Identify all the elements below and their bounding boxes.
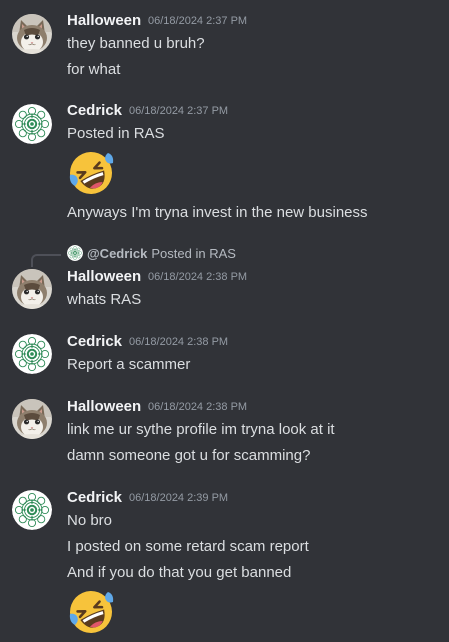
message-text: damn someone got u for scamming? — [67, 447, 311, 464]
cat-avatar[interactable] — [12, 399, 52, 439]
author-name[interactable]: Cedrick — [67, 333, 122, 350]
reply-preview[interactable]: @Cedrick Posted in RAS — [67, 245, 236, 261]
author-name[interactable]: Cedrick — [67, 489, 122, 506]
timestamp: 06/18/2024 2:39 PM — [129, 492, 229, 504]
author-name[interactable]: Halloween — [67, 398, 141, 415]
timestamp: 06/18/2024 2:38 PM — [148, 401, 248, 413]
mandala-avatar[interactable] — [12, 334, 52, 374]
message-text: link me ur sythe profile im tryna look a… — [67, 421, 335, 438]
timestamp: 06/18/2024 2:38 PM — [148, 271, 248, 283]
reply-text: Posted in RAS — [151, 245, 236, 261]
reply-author[interactable]: @Cedrick — [87, 246, 147, 261]
timestamp: 06/18/2024 2:37 PM — [129, 105, 229, 117]
cat-avatar[interactable] — [12, 14, 52, 54]
message-text: Posted in RAS — [67, 125, 165, 142]
reply-connector — [31, 254, 61, 267]
message-text: No bro — [67, 512, 113, 529]
mandala-avatar[interactable] — [12, 104, 52, 144]
timestamp: 06/18/2024 2:38 PM — [129, 336, 229, 348]
author-name[interactable]: Halloween — [67, 12, 141, 29]
message-text: And if you do that you get banned — [67, 564, 292, 581]
mandala-avatar[interactable] — [12, 490, 52, 530]
message-text: Report a scammer — [67, 356, 191, 373]
message-text: I posted on some retard scam report — [67, 538, 309, 555]
mandala-avatar-small — [67, 245, 83, 261]
message-text: they banned u bruh? — [67, 35, 205, 52]
timestamp: 06/18/2024 2:37 PM — [148, 15, 248, 27]
message-text: Anyways I'm tryna invest in the new busi… — [67, 204, 368, 221]
author-name[interactable]: Cedrick — [67, 102, 122, 119]
author-name[interactable]: Halloween — [67, 268, 141, 285]
message-text: whats RAS — [67, 291, 142, 308]
rolling-on-the-floor-laughing-emoji — [67, 149, 115, 197]
cat-avatar[interactable] — [12, 269, 52, 309]
rolling-on-the-floor-laughing-emoji — [67, 588, 115, 636]
message-text: for what — [67, 61, 121, 78]
